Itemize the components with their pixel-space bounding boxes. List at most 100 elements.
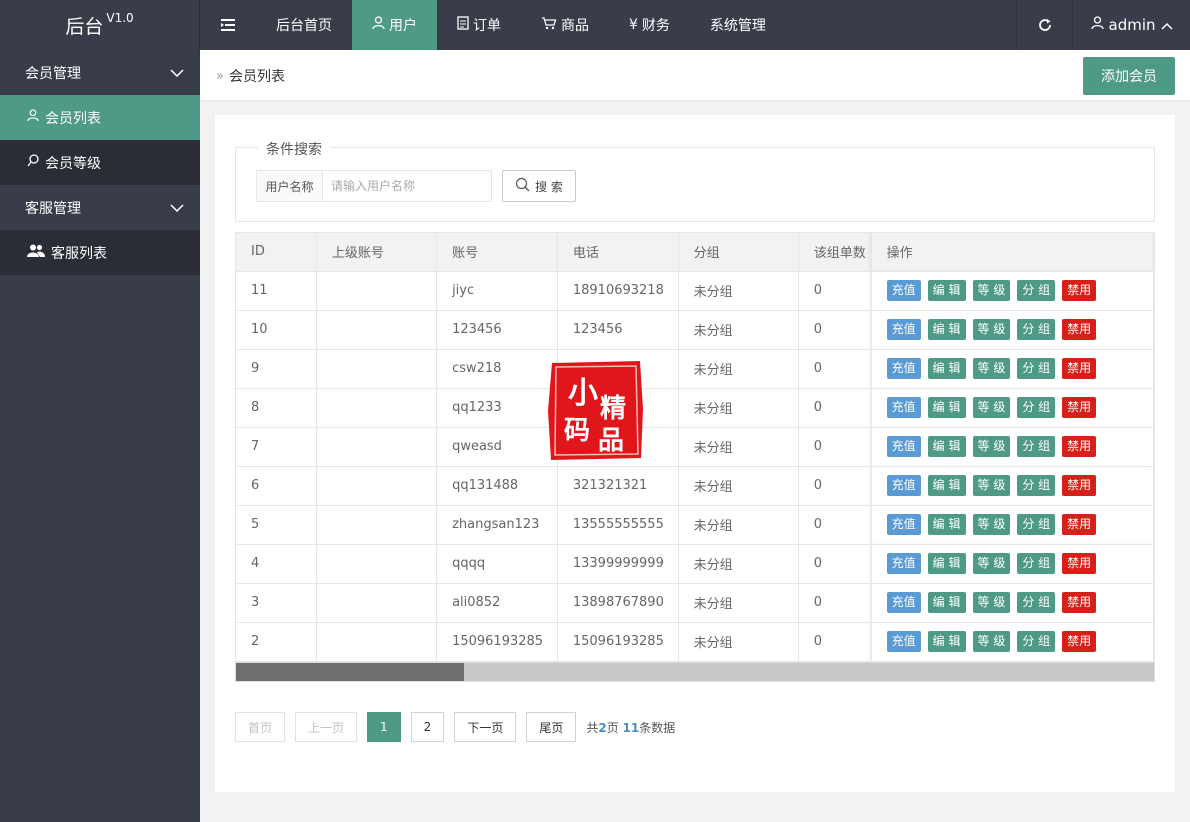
cell-id: 9	[236, 349, 317, 389]
group-button[interactable]: 分 组	[1017, 514, 1056, 535]
cell-order-count: 0	[798, 466, 872, 506]
cell-group: 未分组	[678, 583, 799, 623]
recharge-button[interactable]: 充值	[886, 631, 921, 652]
ban-button[interactable]: 禁用	[1062, 592, 1097, 613]
level-button[interactable]: 等 级	[972, 592, 1011, 613]
content-panel: 条件搜索 用户名称 搜 索 ID 上级账号 账号 电话 分	[215, 115, 1175, 792]
group-button[interactable]: 分 组	[1017, 475, 1056, 496]
table-row: 6 qq131488 321321321 未分组 0 充值编 辑等 级分 组禁用	[236, 466, 1154, 506]
cell-order-count: 0	[798, 388, 872, 428]
ban-button[interactable]: 禁用	[1062, 397, 1097, 418]
sidebar-item-service-list[interactable]: 客服列表	[0, 230, 200, 275]
main-nav: 后台首页 用户 订单 商品 ¥ 财务 系统管理	[256, 0, 786, 50]
ban-button[interactable]: 禁用	[1062, 475, 1097, 496]
recharge-button[interactable]: 充值	[886, 280, 921, 301]
nav-finance[interactable]: ¥ 财务	[609, 0, 690, 50]
edit-button[interactable]: 编 辑	[927, 358, 966, 379]
level-button[interactable]: 等 级	[972, 514, 1011, 535]
horizontal-scrollbar[interactable]	[235, 662, 1155, 682]
recharge-button[interactable]: 充值	[886, 319, 921, 340]
edit-button[interactable]: 编 辑	[927, 436, 966, 457]
level-button[interactable]: 等 级	[972, 631, 1011, 652]
recharge-button[interactable]: 充值	[886, 358, 921, 379]
group-button[interactable]: 分 组	[1017, 631, 1056, 652]
ban-button[interactable]: 禁用	[1062, 631, 1097, 652]
ban-button[interactable]: 禁用	[1062, 514, 1097, 535]
edit-button[interactable]: 编 辑	[927, 280, 966, 301]
nav-users[interactable]: 用户	[352, 0, 437, 50]
ban-button[interactable]: 禁用	[1062, 553, 1097, 574]
cell-parent-account	[316, 388, 438, 428]
edit-button[interactable]: 编 辑	[927, 319, 966, 340]
ban-button[interactable]: 禁用	[1062, 436, 1097, 457]
sidebar-group-service[interactable]: 客服管理	[0, 185, 200, 230]
chevron-down-icon	[170, 200, 184, 216]
sidebar-group-members[interactable]: 会员管理	[0, 50, 200, 95]
table-row: 10 123456 123456 未分组 0 充值编 辑等 级分 组禁用	[236, 310, 1154, 350]
edit-button[interactable]: 编 辑	[927, 592, 966, 613]
nav-orders[interactable]: 订单	[437, 0, 521, 50]
group-button[interactable]: 分 组	[1017, 592, 1056, 613]
edit-button[interactable]: 编 辑	[927, 475, 966, 496]
level-button[interactable]: 等 级	[972, 397, 1011, 418]
recharge-button[interactable]: 充值	[886, 397, 921, 418]
edit-button[interactable]: 编 辑	[927, 553, 966, 574]
group-button[interactable]: 分 组	[1017, 319, 1056, 340]
cell-group: 未分组	[678, 505, 799, 545]
column-header: 上级账号	[316, 233, 438, 272]
recharge-button[interactable]: 充值	[886, 475, 921, 496]
refresh-icon[interactable]	[1016, 0, 1072, 50]
edit-button[interactable]: 编 辑	[927, 631, 966, 652]
recharge-button[interactable]: 充值	[886, 553, 921, 574]
edit-button[interactable]: 编 辑	[927, 397, 966, 418]
menu-toggle-icon[interactable]	[200, 0, 256, 50]
cell-order-count: 0	[798, 349, 872, 389]
recharge-button[interactable]: 充值	[886, 514, 921, 535]
column-header: 该组单数	[798, 233, 872, 272]
level-button[interactable]: 等 级	[972, 280, 1011, 301]
cell-account: 123456	[436, 310, 558, 350]
next-page-button[interactable]: 下一页	[454, 712, 517, 742]
recharge-button[interactable]: 充值	[886, 436, 921, 457]
prev-page-button[interactable]: 上一页	[295, 712, 358, 742]
ban-button[interactable]: 禁用	[1062, 358, 1097, 379]
last-page-button[interactable]: 尾页	[526, 712, 577, 742]
add-member-button[interactable]: 添加会员	[1083, 57, 1175, 95]
recharge-button[interactable]: 充值	[886, 592, 921, 613]
cell-phone: 321321321	[557, 466, 679, 506]
users-icon	[27, 244, 45, 261]
level-button[interactable]: 等 级	[972, 436, 1011, 457]
level-button[interactable]: 等 级	[972, 553, 1011, 574]
page-button-1[interactable]: 1	[367, 712, 401, 742]
search-icon	[515, 177, 530, 195]
cell-group: 未分组	[678, 427, 799, 467]
level-button[interactable]: 等 级	[972, 319, 1011, 340]
table-row: 2 15096193285 15096193285 未分组 0 充值编 辑等 级分 组禁用	[236, 622, 1154, 662]
nav-label: 用户	[389, 18, 417, 34]
group-button[interactable]: 分 组	[1017, 280, 1056, 301]
nav-system[interactable]: 系统管理	[690, 0, 786, 50]
cell-order-count: 0	[798, 583, 872, 623]
group-button[interactable]: 分 组	[1017, 436, 1056, 457]
sidebar-item-member-list[interactable]: 会员列表	[0, 95, 200, 140]
sidebar-item-member-level[interactable]: 会员等级	[0, 140, 200, 185]
group-button[interactable]: 分 组	[1017, 553, 1056, 574]
scrollbar-thumb[interactable]	[236, 663, 464, 681]
search-legend: 条件搜索	[258, 139, 330, 159]
ban-button[interactable]: 禁用	[1062, 319, 1097, 340]
user-menu[interactable]: admin	[1072, 0, 1190, 50]
ban-button[interactable]: 禁用	[1062, 280, 1097, 301]
level-button[interactable]: 等 级	[972, 475, 1011, 496]
first-page-button[interactable]: 首页	[235, 712, 286, 742]
group-button[interactable]: 分 组	[1017, 397, 1056, 418]
pagination: 首页 上一页 1 2 下一页 尾页 共2页 11条数据	[235, 712, 675, 742]
username: admin	[1108, 16, 1156, 34]
username-search-input[interactable]	[323, 171, 491, 201]
page-button-2[interactable]: 2	[410, 712, 445, 742]
nav-home[interactable]: 后台首页	[256, 0, 352, 50]
search-button[interactable]: 搜 索	[502, 170, 576, 202]
group-button[interactable]: 分 组	[1017, 358, 1056, 379]
edit-button[interactable]: 编 辑	[927, 514, 966, 535]
level-button[interactable]: 等 级	[972, 358, 1011, 379]
nav-products[interactable]: 商品	[521, 0, 609, 50]
